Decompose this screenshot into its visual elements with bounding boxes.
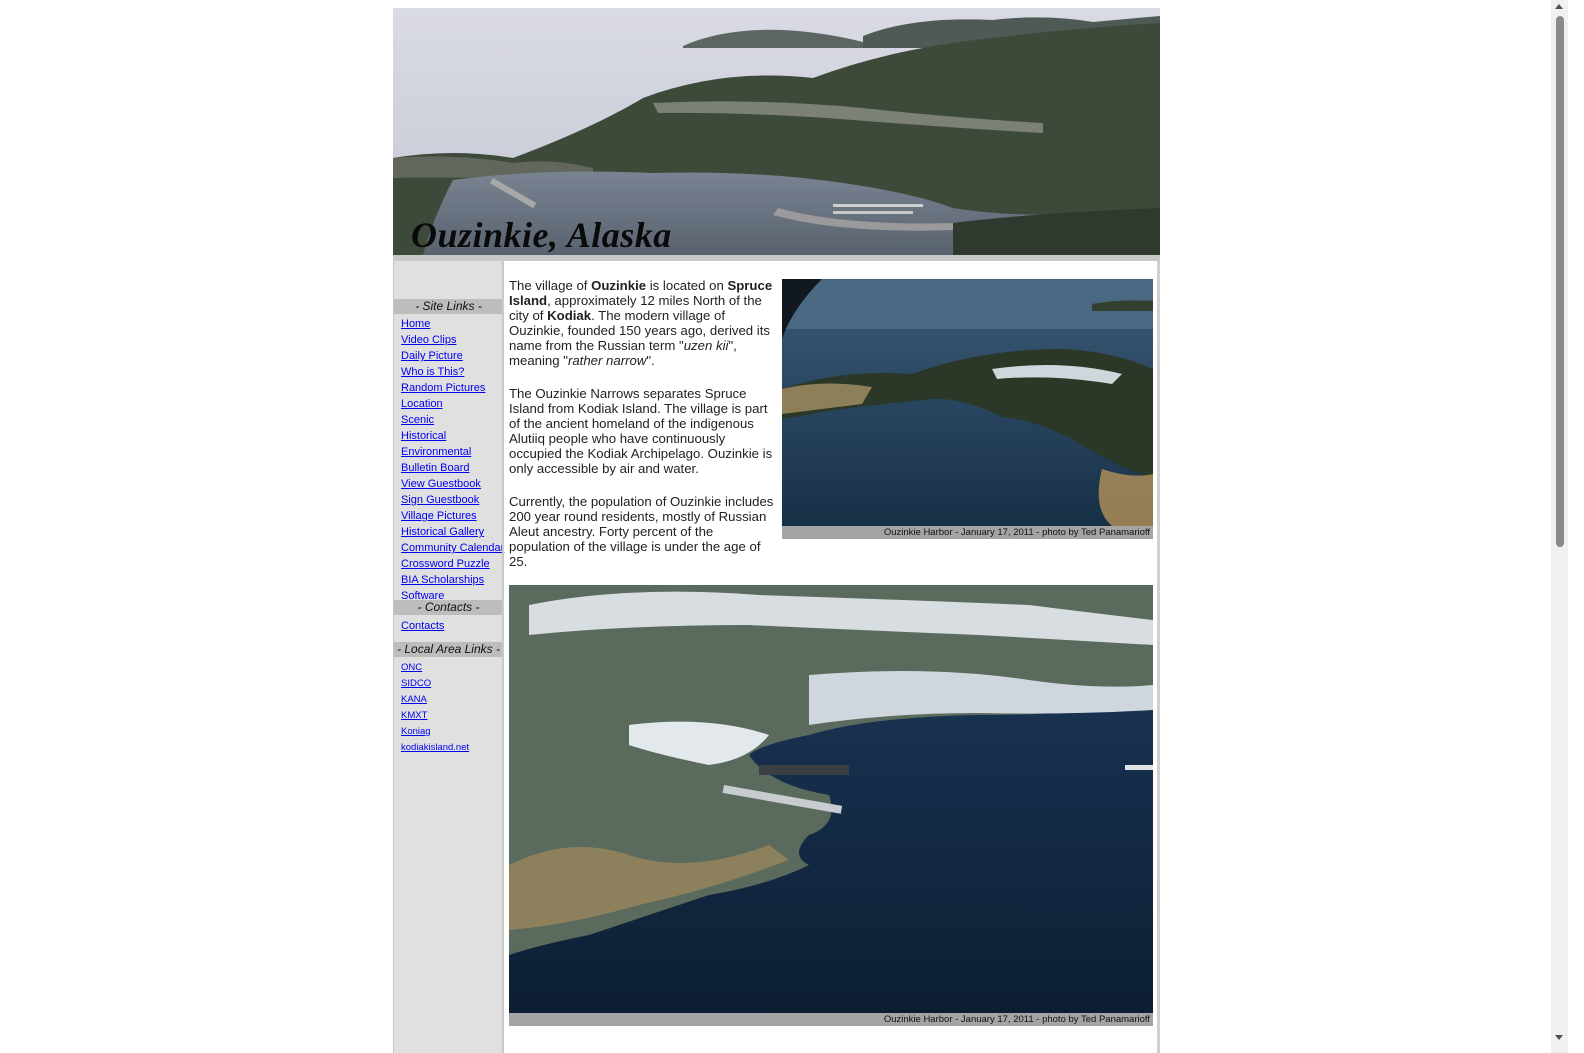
nav-link-random-pictures[interactable]: Random Pictures: [401, 381, 485, 395]
nav-link-bia-scholarships[interactable]: BIA Scholarships: [401, 573, 484, 587]
nav-link-daily-picture[interactable]: Daily Picture: [401, 349, 463, 363]
intro-paragraph-2: The Ouzinkie Narrows separates Spruce Is…: [509, 386, 773, 476]
vertical-scrollbar[interactable]: [1551, 0, 1568, 1053]
local-links-heading: - Local Area Links -: [394, 642, 503, 657]
local-link-kana[interactable]: KANA: [401, 693, 427, 707]
sidebar: - Site Links - Home Video Clips Daily Pi…: [393, 261, 504, 1053]
nav-link-historical-gallery[interactable]: Historical Gallery: [401, 525, 484, 539]
nav-link-bulletin-board[interactable]: Bulletin Board: [401, 461, 470, 475]
intro-paragraph-1: The village of Ouzinkie is located on Sp…: [509, 278, 773, 368]
contacts-heading: - Contacts -: [394, 600, 503, 615]
nav-link-home[interactable]: Home: [401, 317, 430, 331]
scrollbar-thumb[interactable]: [1556, 16, 1564, 547]
nav-link-village-pictures[interactable]: Village Pictures: [401, 509, 477, 523]
page-title: Ouzinkie, Alaska: [411, 215, 672, 255]
local-link-sidco[interactable]: SIDCO: [401, 677, 431, 691]
site-links-heading: - Site Links -: [394, 299, 503, 314]
local-link-kodiakisland[interactable]: kodiakisland.net: [401, 741, 469, 755]
scroll-down-icon[interactable]: [1555, 1035, 1563, 1040]
photo-2-caption: Ouzinkie Harbor - January 17, 2011 - pho…: [509, 1013, 1153, 1026]
nav-link-view-guestbook[interactable]: View Guestbook: [401, 477, 481, 491]
content-right-border: [1157, 261, 1160, 1053]
harbor-photo-2: [509, 585, 1153, 1013]
nav-link-environmental[interactable]: Environmental: [401, 445, 471, 459]
nav-link-who-is-this[interactable]: Who is This?: [401, 365, 464, 379]
header-divider: [393, 255, 1160, 261]
header-banner: Ouzinkie, Alaska: [393, 8, 1160, 255]
scroll-up-icon[interactable]: [1555, 4, 1563, 9]
nav-link-crossword-puzzle[interactable]: Crossword Puzzle: [401, 557, 490, 571]
harbor-photo-1: [782, 279, 1153, 526]
photo-1-caption: Ouzinkie Harbor - January 17, 2011 - pho…: [782, 526, 1153, 539]
local-link-kmxt[interactable]: KMXT: [401, 709, 427, 723]
nav-link-sign-guestbook[interactable]: Sign Guestbook: [401, 493, 479, 507]
nav-link-location[interactable]: Location: [401, 397, 443, 411]
intro-paragraph-3: Currently, the population of Ouzinkie in…: [509, 494, 774, 569]
nav-link-community-calendar[interactable]: Community Calendar: [401, 541, 504, 555]
nav-link-contacts[interactable]: Contacts: [401, 619, 444, 633]
nav-link-scenic[interactable]: Scenic: [401, 413, 434, 427]
local-link-onc[interactable]: ONC: [401, 661, 422, 675]
nav-link-video-clips[interactable]: Video Clips: [401, 333, 456, 347]
sidebar-divider: [502, 261, 504, 1053]
local-link-koniag[interactable]: Koniag: [401, 725, 431, 739]
page: Ouzinkie, Alaska - Site Links - Home Vid…: [393, 8, 1160, 1053]
intro-text: The village of Ouzinkie is located on Sp…: [509, 278, 775, 587]
nav-link-historical[interactable]: Historical: [401, 429, 446, 443]
